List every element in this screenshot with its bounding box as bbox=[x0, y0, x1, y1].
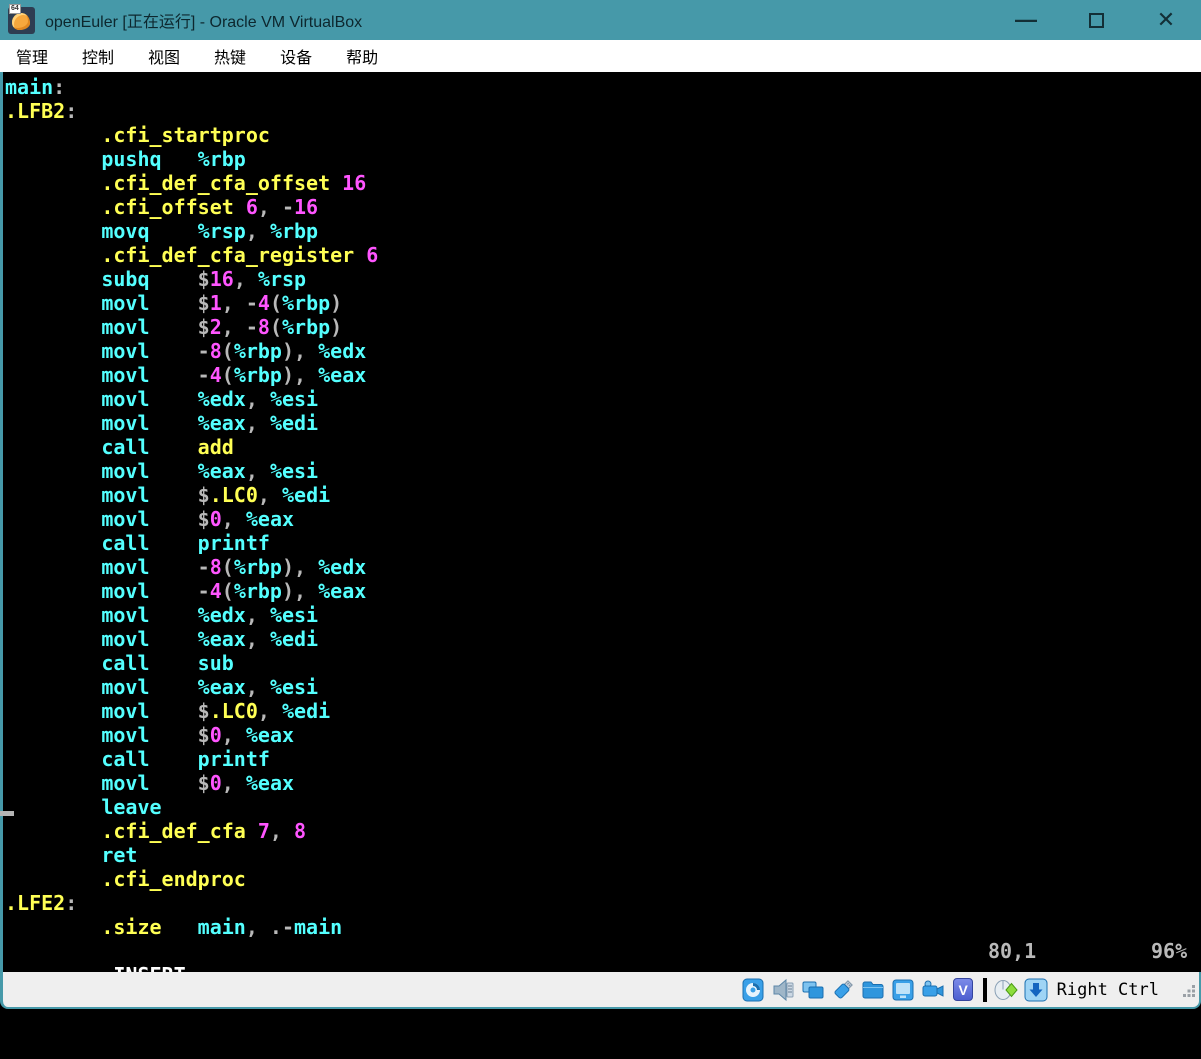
menu-item-3[interactable]: 热键 bbox=[198, 40, 264, 72]
usb-icon[interactable] bbox=[831, 977, 856, 1002]
menu-bar: 管理 控制 视图 热键 设备 帮助 bbox=[0, 40, 1201, 72]
audio-icon[interactable] bbox=[771, 977, 796, 1002]
close-button[interactable]: ✕ bbox=[1131, 0, 1201, 40]
code-line: .cfi_offset 6, -16 bbox=[101, 195, 319, 219]
status-icons: V bbox=[741, 977, 1049, 1002]
code-line: movl $.LC0, %edi bbox=[101, 483, 331, 507]
title-bar[interactable]: 64 openEuler [正在运行] - Oracle VM VirtualB… bbox=[0, 0, 1201, 40]
keyboard-icon[interactable] bbox=[1024, 977, 1049, 1002]
code-line: call printf bbox=[101, 747, 270, 771]
menu-item-5[interactable]: 帮助 bbox=[330, 40, 396, 72]
code-line: .cfi_def_cfa 7, 8 bbox=[101, 819, 307, 843]
minimize-button[interactable]: — bbox=[991, 0, 1061, 40]
code-line: movl $.LC0, %edi bbox=[101, 699, 331, 723]
shared-folders-icon[interactable] bbox=[861, 977, 886, 1002]
code-line: movl $1, -4(%rbp) bbox=[101, 291, 343, 315]
resize-grip[interactable] bbox=[1182, 984, 1196, 1003]
openeuler-logo-icon bbox=[12, 12, 30, 30]
window-controls: — ✕ bbox=[991, 0, 1201, 40]
code-line: movl -8(%rbp), %edx bbox=[101, 339, 367, 363]
code-line: .cfi_def_cfa_offset 16 bbox=[101, 171, 367, 195]
menu-item-2[interactable]: 视图 bbox=[132, 40, 198, 72]
code-line: ret bbox=[101, 843, 138, 867]
code-line: call sub bbox=[101, 651, 234, 675]
status-bar-separator bbox=[982, 977, 987, 1002]
code-line: .size main, .-main bbox=[101, 915, 343, 939]
maximize-icon bbox=[1088, 12, 1104, 28]
code-line: movl %eax, %edi bbox=[101, 411, 319, 435]
maximize-button[interactable] bbox=[1061, 0, 1131, 40]
code-line: movl -4(%rbp), %eax bbox=[101, 363, 367, 387]
vim-status-line: -- INSERT -- 80,1 96% bbox=[5, 939, 1201, 987]
recording-icon[interactable] bbox=[921, 977, 946, 1002]
menu-item-0[interactable]: 管理 bbox=[0, 40, 66, 72]
window-title: openEuler [正在运行] - Oracle VM VirtualBox bbox=[45, 14, 363, 31]
code-line: movl %eax, %esi bbox=[101, 459, 319, 483]
vim-ruler: 80,1 bbox=[988, 939, 1037, 963]
menu-item-4[interactable]: 设备 bbox=[264, 40, 330, 72]
code-line: leave bbox=[101, 795, 162, 819]
code-line: movl %edx, %esi bbox=[101, 387, 319, 411]
assembly-code: main: .LFB2: .cfi_startproc pushq %rbp .c… bbox=[5, 75, 1201, 939]
code-line: movl $0, %eax bbox=[101, 771, 295, 795]
code-line: main: bbox=[5, 75, 66, 99]
code-line: pushq %rbp bbox=[101, 147, 246, 171]
text-cursor bbox=[0, 811, 14, 816]
code-line: .cfi_startproc bbox=[101, 123, 270, 147]
code-line: movl %edx, %esi bbox=[101, 603, 319, 627]
code-line: movl $0, %eax bbox=[101, 723, 295, 747]
code-line: call add bbox=[101, 435, 234, 459]
minimize-icon: — bbox=[1015, 7, 1037, 32]
os-64bit-badge: 64 bbox=[9, 3, 21, 14]
close-icon: ✕ bbox=[1156, 7, 1176, 32]
code-line: .cfi_endproc bbox=[101, 867, 246, 891]
vim-scroll-percent: 96% bbox=[1151, 939, 1188, 963]
host-key-label: Right Ctrl bbox=[1056, 979, 1159, 1000]
display-icon[interactable] bbox=[891, 977, 916, 1002]
code-line: movl %eax, %edi bbox=[101, 627, 319, 651]
network-icon[interactable] bbox=[801, 977, 826, 1002]
mouse-integration-icon[interactable] bbox=[994, 977, 1019, 1002]
menu-item-1[interactable]: 控制 bbox=[66, 40, 132, 72]
code-line: .LFE2: bbox=[5, 891, 78, 915]
terminal-screen[interactable]: main: .LFB2: .cfi_startproc pushq %rbp .c… bbox=[0, 72, 1201, 987]
harddisk-icon[interactable] bbox=[741, 977, 766, 1002]
code-line: movl %eax, %esi bbox=[101, 675, 319, 699]
code-line: movl $0, %eax bbox=[101, 507, 295, 531]
code-line: movl $2, -8(%rbp) bbox=[101, 315, 343, 339]
code-line: call printf bbox=[101, 531, 270, 555]
code-line: .cfi_def_cfa_register 6 bbox=[101, 243, 379, 267]
virtualbox-window: 64 openEuler [正在运行] - Oracle VM VirtualB… bbox=[0, 0, 1201, 1009]
code-line: .LFB2: bbox=[5, 99, 78, 123]
vm-os-icon: 64 bbox=[8, 3, 35, 34]
code-line: subq $16, %rsp bbox=[101, 267, 307, 291]
code-line: movl -8(%rbp), %edx bbox=[101, 555, 367, 579]
features-icon[interactable]: V bbox=[951, 977, 976, 1002]
features-glyph: V bbox=[953, 978, 974, 1001]
code-line: movq %rsp, %rbp bbox=[101, 219, 319, 243]
vm-status-bar: V Right Ctrl bbox=[0, 972, 1201, 1009]
code-line: movl -4(%rbp), %eax bbox=[101, 579, 367, 603]
